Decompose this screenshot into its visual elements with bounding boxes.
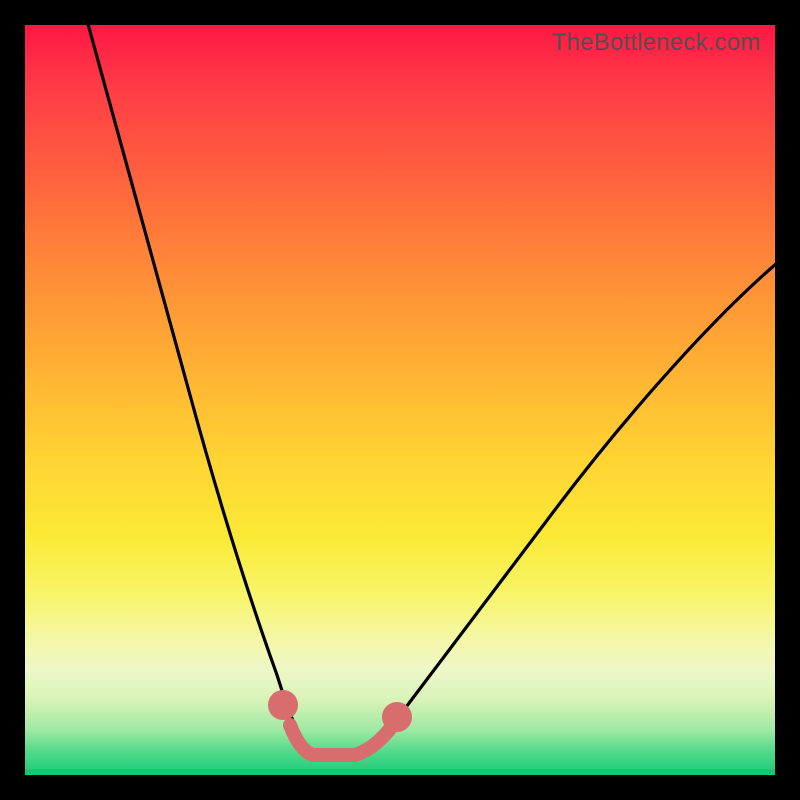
- watermark-text: TheBottleneck.com: [552, 29, 761, 57]
- minimum-highlight: [275, 697, 405, 755]
- bottleneck-curve-path: [80, 25, 775, 757]
- marker-dot-right: [389, 709, 405, 725]
- marker-dot-left: [275, 697, 291, 713]
- chart-plot-area: TheBottleneck.com: [25, 25, 775, 775]
- bottleneck-curve-svg: [25, 25, 775, 775]
- marker-trough-path: [290, 725, 393, 755]
